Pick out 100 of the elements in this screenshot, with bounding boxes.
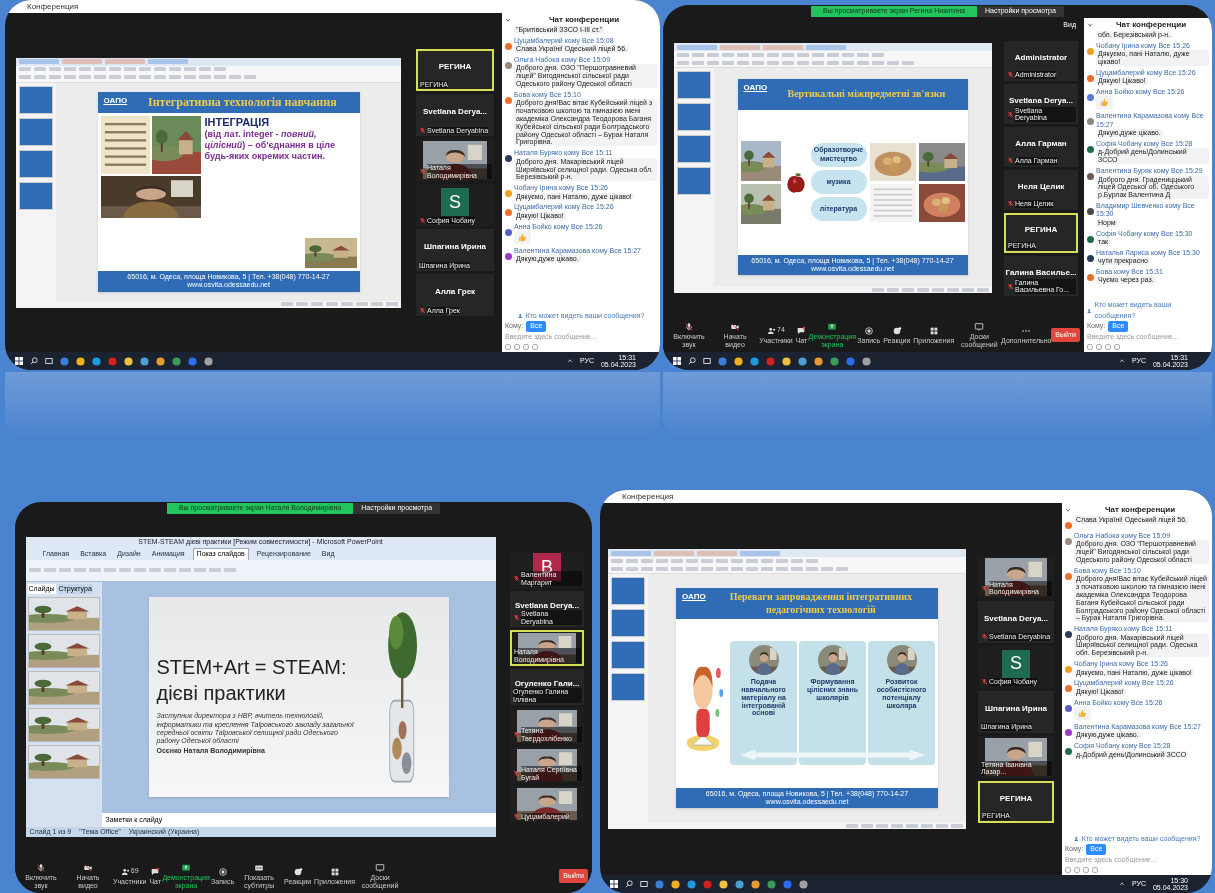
toolbar-control[interactable] <box>94 75 106 79</box>
toolbar-control[interactable] <box>716 558 728 563</box>
document-tab[interactable] <box>676 44 717 50</box>
toolbar-control[interactable] <box>199 75 211 79</box>
slide-thumbnail[interactable] <box>611 673 645 701</box>
toolbar-control[interactable] <box>761 558 773 563</box>
toolbar-control[interactable] <box>139 75 151 79</box>
toolbar-control[interactable] <box>856 60 869 65</box>
toolbar-control[interactable] <box>821 566 833 571</box>
toolbar-control[interactable] <box>611 558 623 563</box>
toolbar-control[interactable] <box>716 566 728 571</box>
document-tab[interactable] <box>611 550 651 556</box>
toolbar-control[interactable] <box>656 558 668 563</box>
toolbar-control[interactable] <box>371 302 383 306</box>
toolbar-control[interactable] <box>169 75 181 79</box>
toolbar-control[interactable] <box>871 60 884 65</box>
toolbar-control[interactable] <box>386 302 398 306</box>
toolbar-control[interactable] <box>811 52 824 57</box>
toolbar-control[interactable] <box>781 60 794 65</box>
search-icon[interactable] <box>688 357 696 365</box>
toolbar-control[interactable] <box>43 568 56 572</box>
toolbar-control[interactable] <box>281 302 293 306</box>
caret-icon[interactable] <box>1118 881 1125 887</box>
toolbar-control[interactable] <box>701 566 713 571</box>
toolbar-control[interactable] <box>686 558 698 563</box>
toolbar-control[interactable] <box>761 566 773 571</box>
toolbar-control[interactable] <box>341 302 353 306</box>
toolbar-control[interactable] <box>846 823 858 828</box>
toolbar-control[interactable] <box>214 75 226 79</box>
document-tab[interactable] <box>762 44 803 50</box>
document-tab[interactable] <box>719 44 760 50</box>
toolbar-control[interactable] <box>961 287 974 292</box>
toolbar-control[interactable] <box>671 558 683 563</box>
toolbar-control[interactable] <box>701 558 713 563</box>
toolbar-control[interactable] <box>811 60 824 65</box>
toolbar-control[interactable] <box>691 60 704 65</box>
toolbar-control[interactable] <box>706 52 719 57</box>
toolbar-control[interactable] <box>721 60 734 65</box>
toolbar-control[interactable] <box>796 60 809 65</box>
toolbar-control[interactable] <box>626 566 638 571</box>
toolbar-control[interactable] <box>124 75 136 79</box>
toolbar-control[interactable] <box>776 558 788 563</box>
toolbar-control[interactable] <box>836 566 848 571</box>
toolbar-control[interactable] <box>19 75 31 79</box>
toolbar-control[interactable] <box>731 558 743 563</box>
toolbar-control[interactable] <box>229 75 241 79</box>
toolbar-control[interactable] <box>806 558 818 563</box>
toolbar-control[interactable] <box>921 823 933 828</box>
toolbar-control[interactable] <box>746 558 758 563</box>
toolbar-control[interactable] <box>841 52 854 57</box>
document-tab[interactable] <box>62 59 102 64</box>
toolbar-control[interactable] <box>931 287 944 292</box>
toolbar-control[interactable] <box>133 568 146 572</box>
toolbar-control[interactable] <box>751 60 764 65</box>
toolbar-control[interactable] <box>656 566 668 571</box>
toolbar-control[interactable] <box>208 568 221 572</box>
toolbar-control[interactable] <box>641 566 653 571</box>
toolbar-control[interactable] <box>791 566 803 571</box>
toolbar-control[interactable] <box>781 52 794 57</box>
document-tab[interactable] <box>697 550 737 556</box>
toolbar-control[interactable] <box>356 302 368 306</box>
toolbar-control[interactable] <box>861 823 873 828</box>
toolbar-control[interactable] <box>73 568 86 572</box>
caret-icon[interactable] <box>566 358 573 364</box>
toolbar-control[interactable] <box>901 60 914 65</box>
toolbar-control[interactable] <box>871 287 884 292</box>
toolbar-control[interactable] <box>736 52 749 57</box>
toolbar-control[interactable] <box>184 75 196 79</box>
chevron-icon[interactable] <box>1087 21 1093 28</box>
toolbar-control[interactable] <box>746 566 758 571</box>
task-view-icon[interactable] <box>640 880 648 888</box>
toolbar-control[interactable] <box>841 60 854 65</box>
document-tab[interactable] <box>19 59 59 64</box>
toolbar-control[interactable] <box>736 60 749 65</box>
toolbar-control[interactable] <box>641 558 653 563</box>
toolbar-control[interactable] <box>296 302 308 306</box>
slide-thumbnail[interactable] <box>676 135 711 163</box>
toolbar-control[interactable] <box>886 60 899 65</box>
toolbar-control[interactable] <box>706 60 719 65</box>
toolbar-control[interactable] <box>891 823 903 828</box>
toolbar-control[interactable] <box>676 52 689 57</box>
toolbar-control[interactable] <box>154 75 166 79</box>
document-tab[interactable] <box>148 59 188 64</box>
toolbar-control[interactable] <box>691 52 704 57</box>
toolbar-control[interactable] <box>791 558 803 563</box>
document-tab[interactable] <box>740 550 780 556</box>
document-tab[interactable] <box>805 44 846 50</box>
slide-thumbnail[interactable] <box>676 71 711 99</box>
toolbar-control[interactable] <box>193 568 206 572</box>
toolbar-control[interactable] <box>946 287 959 292</box>
toolbar-control[interactable] <box>976 287 989 292</box>
toolbar-control[interactable] <box>34 75 46 79</box>
slide-thumbnail[interactable] <box>676 103 711 131</box>
toolbar-control[interactable] <box>686 566 698 571</box>
slide-thumbnail[interactable] <box>676 167 711 195</box>
toolbar-control[interactable] <box>671 566 683 571</box>
toolbar-control[interactable] <box>936 823 948 828</box>
toolbar-control[interactable] <box>796 52 809 57</box>
toolbar-control[interactable] <box>118 568 131 572</box>
toolbar-control[interactable] <box>901 287 914 292</box>
